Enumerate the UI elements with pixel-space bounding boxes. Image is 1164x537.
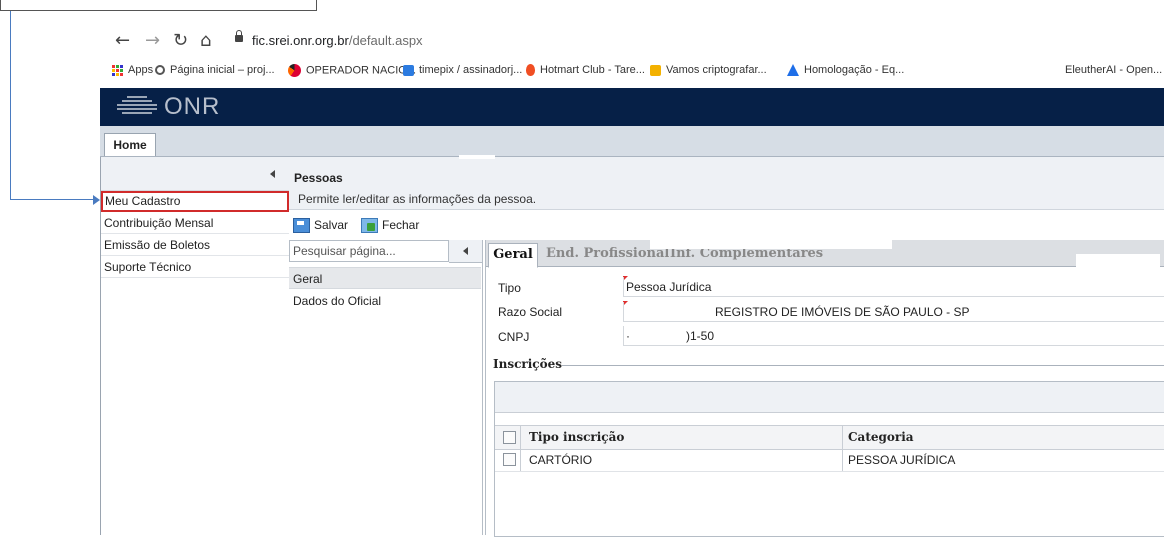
field-label-cnpj: CNPJ <box>498 330 530 344</box>
page-description: Permite ler/editar as informações da pes… <box>298 192 537 206</box>
toolbar: Salvar Fechar <box>289 213 1164 237</box>
select-all-checkbox[interactable] <box>503 431 516 444</box>
url-field[interactable]: fic.srei.onr.org.br/default.aspx <box>252 33 423 48</box>
grid-toolbar <box>495 382 1164 413</box>
sidebar-item-suporte-tecnico[interactable]: Suporte Técnico <box>101 257 289 278</box>
field-label-tipo: Tipo <box>498 281 521 295</box>
bookmark-label: Homologação - Eq... <box>804 64 905 76</box>
fieldset-divider <box>562 365 1164 366</box>
gear-icon <box>155 65 165 76</box>
bookmarks-bar: Apps Página inicial – proj... OPERADOR N… <box>100 58 1164 88</box>
bookmark-label: Página inicial – proj... <box>170 64 275 76</box>
form-area: Geral End. Profissional Inf. Complementa… <box>485 235 1164 537</box>
sidebar-item-meu-cadastro[interactable]: Meu Cadastro <box>101 191 289 212</box>
page-navigator: Pesquisar página... Geral Dados do Ofici… <box>289 240 483 535</box>
url-path: /default.aspx <box>348 33 423 48</box>
page-header: Pessoas Permite ler/editar as informaçõe… <box>289 157 1164 210</box>
column-divider <box>842 449 843 471</box>
column-divider <box>520 449 521 471</box>
home-icon[interactable]: ⌂ <box>200 30 211 52</box>
swirl-logo-icon <box>288 64 301 77</box>
grid-header-row: Tipo inscrição Categoria <box>495 425 1164 450</box>
letsencrypt-icon <box>650 64 661 76</box>
bookmark-hotmart[interactable]: Hotmart Club - Tare... <box>526 64 645 77</box>
page-navigator-header <box>449 240 482 263</box>
apps-grid-icon <box>112 64 123 76</box>
bookmark-label: EleutherAI - Open... <box>1065 64 1163 76</box>
tipo-field[interactable]: Pessoa Jurídica <box>623 277 1164 297</box>
reload-icon[interactable]: ↻ <box>173 30 188 52</box>
redaction-mask <box>459 155 495 159</box>
save-icon <box>293 218 310 234</box>
save-button[interactable]: Salvar <box>293 216 348 234</box>
column-divider <box>842 426 843 449</box>
bookmark-label: Hotmart Club - Tare... <box>540 64 645 76</box>
flame-icon <box>526 64 535 77</box>
annotation-box <box>0 0 317 11</box>
bookmark-homologacao[interactable]: Homologação - Eq... <box>787 64 905 77</box>
page-search-input[interactable]: Pesquisar página... <box>289 240 449 262</box>
app-header: ONR <box>100 88 1164 126</box>
sidebar: Meu Cadastro Contribuição Mensal Emissão… <box>100 157 290 535</box>
main-panel: Pessoas Permite ler/editar as informaçõe… <box>289 155 1164 537</box>
bookmark-eleutherai[interactable]: EleutherAI - Open... <box>1065 64 1162 76</box>
inscricoes-grid: Tipo inscrição Categoria CARTÓRIO PESSOA… <box>494 381 1164 537</box>
annotation-arrow-icon <box>93 195 100 205</box>
bookmark-apps[interactable]: Apps <box>112 64 153 76</box>
collapse-left-icon[interactable] <box>463 247 468 255</box>
bookmark-label: Vamos criptografar... <box>666 64 767 76</box>
collapse-left-icon[interactable] <box>270 170 275 178</box>
redaction-mask <box>1076 254 1160 274</box>
bookmark-label: timepix / assinadorj... <box>419 64 523 76</box>
page-nav-item-dados-oficial[interactable]: Dados do Oficial <box>289 290 481 312</box>
column-divider <box>520 426 521 449</box>
bookmark-timepix[interactable]: timepix / assinadorj... <box>403 64 522 76</box>
cnpj-value-suffix: )1-50 <box>686 329 715 343</box>
annotation-connector-line <box>10 11 11 199</box>
tab-geral[interactable]: Geral <box>488 243 538 268</box>
close-button[interactable]: Fechar <box>361 216 419 234</box>
sidebar-item-contribuicao-mensal[interactable]: Contribuição Mensal <box>101 213 289 234</box>
onr-logo-icon <box>117 96 157 118</box>
browser-address-bar: ← → ↻ ⌂ fic.srei.onr.org.br/default.aspx <box>100 26 1164 58</box>
redaction-mask <box>650 235 892 249</box>
app-logo-text: ONR <box>164 93 221 120</box>
close-label: Fechar <box>382 218 420 232</box>
bookmark-label: Apps <box>128 64 154 76</box>
sidebar-item-emissao-boletos[interactable]: Emissão de Boletos <box>101 235 289 256</box>
back-arrow-icon[interactable]: ← <box>115 30 130 52</box>
inscricoes-legend: Inscrições <box>493 357 562 371</box>
field-label-razao-social: Razo Social <box>498 305 563 319</box>
cell-categoria: PESSOA JURÍDICA <box>848 453 956 467</box>
close-window-icon <box>361 218 378 234</box>
sidebar-header <box>101 157 289 191</box>
tab-home[interactable]: Home <box>104 133 156 156</box>
bookmark-operador-nacional[interactable]: OPERADOR NACIO... <box>288 64 416 77</box>
column-header-categoria[interactable]: Categoria <box>848 430 914 444</box>
razao-social-field[interactable]: REGISTRO DE IMÓVEIS DE SÃO PAULO - SP <box>623 302 1164 322</box>
table-row[interactable]: CARTÓRIO PESSOA JURÍDICA <box>495 449 1164 472</box>
app-tab-strip: Home <box>100 126 1164 157</box>
annotation-connector-line <box>10 199 94 200</box>
page-title: Pessoas <box>294 171 343 185</box>
cnpj-value-prefix: · <box>626 329 630 343</box>
bookmark-letsencrypt[interactable]: Vamos criptografar... <box>650 64 767 76</box>
url-host: fic.srei.onr.org.br <box>252 33 349 48</box>
atlassian-icon <box>787 64 799 77</box>
lock-icon <box>235 30 243 42</box>
bookmark-pagina-inicial[interactable]: Página inicial – proj... <box>155 64 275 76</box>
cell-tipo-inscricao: CARTÓRIO <box>529 453 593 467</box>
bookmark-label: OPERADOR NACIO... <box>306 64 417 77</box>
row-checkbox[interactable] <box>503 453 516 466</box>
cnpj-field[interactable]: · )1-50 <box>623 326 1164 346</box>
column-header-tipo-inscricao[interactable]: Tipo inscrição <box>529 430 624 444</box>
save-label: Salvar <box>314 218 349 232</box>
page-nav-item-geral[interactable]: Geral <box>289 267 481 289</box>
blue-square-icon <box>403 64 414 76</box>
forward-arrow-icon[interactable]: → <box>145 30 160 52</box>
